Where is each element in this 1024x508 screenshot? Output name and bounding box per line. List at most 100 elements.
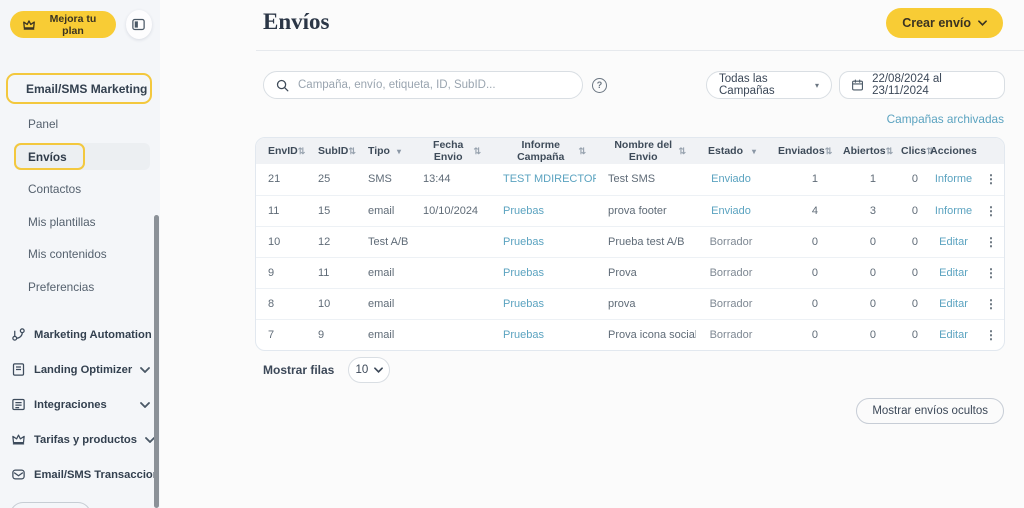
chevron-down-icon (140, 367, 150, 373)
campaign-report-link[interactable]: Pruebas (503, 267, 544, 279)
row-action-link[interactable]: Editar (939, 267, 968, 279)
table-row: 9 11 email Pruebas Prova Borrador 0 0 0 … (256, 257, 1005, 288)
cell-abiertos: 3 (831, 195, 889, 226)
cell-estado: Borrador (696, 288, 766, 319)
table-row: 10 12 Test A/B Pruebas Prueba test A/B B… (256, 226, 1005, 257)
row-action-link[interactable]: Informe (935, 173, 972, 185)
sidebar-item-mis-contenidos[interactable]: Mis contenidos (0, 238, 160, 271)
sort-icon[interactable]: ⇅ (678, 146, 686, 157)
sort-icon[interactable]: ⇅ (578, 146, 586, 157)
filter-caret-icon[interactable]: ▾ (397, 147, 401, 156)
kebab-icon[interactable]: ⋮ (985, 204, 997, 218)
cell-accion: Informe (931, 195, 976, 226)
campaign-report-link[interactable]: Pruebas (503, 236, 544, 248)
kebab-icon[interactable]: ⋮ (985, 297, 997, 311)
column-label: Estado (708, 145, 743, 157)
sidebar-item-preferencias[interactable]: Preferencias (0, 271, 160, 304)
sidebar-item-integraciones[interactable]: Integraciones (0, 387, 160, 422)
sort-icon[interactable]: ⇅ (473, 146, 481, 157)
contratar-button[interactable]: Contratar (10, 502, 91, 508)
cell-accion: Editar (931, 288, 976, 319)
campaign-report-link[interactable]: TEST MDIRECTOR (503, 173, 596, 185)
kebab-icon[interactable]: ⋮ (985, 328, 997, 342)
cell-estado: Borrador (696, 319, 766, 350)
sidebar-item-mis-plantillas[interactable]: Mis plantillas (0, 206, 160, 239)
envios-table: EnvID⇅SubID⇅Tipo▾Fecha Envio⇅Informe Cam… (255, 137, 1005, 351)
sidebar-section-label: Email/SMS Marketing (26, 82, 147, 96)
cell-nombre-envio: Prova (596, 257, 696, 288)
kebab-icon[interactable]: ⋮ (985, 266, 997, 280)
sidebar-scrollbar[interactable] (154, 215, 159, 508)
column-header-env_id[interactable]: EnvID⇅ (256, 138, 306, 164)
rows-per-page-select[interactable]: 10 (348, 357, 390, 383)
cell-estado: Enviado (696, 195, 766, 226)
cell-fecha-envio: 10/10/2024 (411, 195, 491, 226)
status-badge: Borrador (710, 298, 753, 310)
sidebar-item-marketing-automation[interactable]: Marketing Automation (0, 317, 160, 352)
sidebar-item-contactos[interactable]: Contactos (0, 173, 160, 206)
cell-fecha-envio (411, 319, 491, 350)
document-icon (11, 362, 26, 377)
sidebar-item-email-sms-transaccional[interactable]: Email/SMS Transaccional (0, 457, 160, 492)
row-action-link[interactable]: Editar (939, 236, 968, 248)
sort-icon[interactable]: ⇅ (825, 146, 833, 157)
column-header-menu (976, 138, 1005, 164)
envelope-icon (11, 467, 26, 482)
cell-clics: 0 (889, 257, 931, 288)
cell-row-menu: ⋮ (976, 319, 1005, 350)
cell-row-menu: ⋮ (976, 164, 1005, 195)
kebab-icon[interactable]: ⋮ (985, 172, 997, 186)
column-header-sub_id[interactable]: SubID⇅ (306, 138, 356, 164)
sort-icon[interactable]: ⇅ (348, 146, 356, 157)
column-label: Clics (901, 145, 926, 157)
cell-informe-campana: Pruebas (491, 226, 596, 257)
column-header-abiertos[interactable]: Abiertos⇅ (831, 138, 889, 164)
campaign-filter-value: Todas las Campañas (719, 73, 815, 97)
sidebar-item-landing-optimizer[interactable]: Landing Optimizer (0, 352, 160, 387)
cell-row-menu: ⋮ (976, 195, 1005, 226)
sort-icon[interactable]: ⇅ (298, 146, 306, 157)
column-header-enviados[interactable]: Enviados⇅ (766, 138, 831, 164)
search-box[interactable] (263, 71, 583, 99)
column-label: Fecha Envio (423, 139, 473, 163)
row-action-link[interactable]: Editar (939, 298, 968, 310)
campaign-report-link[interactable]: Pruebas (503, 298, 544, 310)
row-action-link[interactable]: Editar (939, 329, 968, 341)
column-header-informe[interactable]: Informe Campaña⇅ (491, 138, 596, 164)
cell-clics: 0 (889, 226, 931, 257)
help-icon[interactable]: ? (592, 78, 607, 93)
row-action-link[interactable]: Informe (935, 205, 972, 217)
cell-enviados: 0 (766, 257, 831, 288)
filter-caret-icon[interactable]: ▾ (752, 147, 756, 156)
campaign-report-link[interactable]: Pruebas (503, 329, 544, 341)
campaign-filter-select[interactable]: Todas las Campañas ▾ (706, 71, 832, 99)
column-header-estado[interactable]: Estado ▾ (696, 138, 766, 164)
sidebar-item-email-sms-marketing[interactable]: Email/SMS Marketing (6, 73, 152, 104)
column-header-clics[interactable]: Clics ⇅ (889, 138, 931, 164)
cell-row-menu: ⋮ (976, 288, 1005, 319)
show-hidden-envios-button[interactable]: Mostrar envíos ocultos (856, 398, 1004, 424)
column-header-nombre[interactable]: Nombre del Envio⇅ (596, 138, 696, 164)
campaign-report-link[interactable]: Pruebas (503, 205, 544, 217)
branch-icon (11, 327, 26, 342)
panel-left-icon (131, 17, 146, 32)
cell-fecha-envio: 13:44 (411, 164, 491, 195)
column-header-tipo[interactable]: Tipo▾ (356, 138, 411, 164)
cell-enviados: 0 (766, 319, 831, 350)
kebab-icon[interactable]: ⋮ (985, 235, 997, 249)
date-range-field[interactable]: 22/08/2024 al 23/11/2024 (839, 71, 1005, 99)
cell-fecha-envio (411, 257, 491, 288)
sidebar-module-label: Email/SMS Transaccional (34, 469, 169, 481)
archived-campaigns-link[interactable]: Campañas archivadas (887, 112, 1004, 126)
sidebar-item-panel[interactable]: Panel (0, 108, 160, 141)
sidebar-item-envios[interactable]: Envíos (0, 141, 160, 174)
upgrade-plan-button[interactable]: Mejora tu plan (10, 11, 116, 38)
sidebar-item-tarifas-y-productos[interactable]: Tarifas y productos (0, 422, 160, 457)
column-header-fecha[interactable]: Fecha Envio⇅ (411, 138, 491, 164)
cell-accion: Editar (931, 319, 976, 350)
collapse-sidebar-button[interactable] (126, 10, 152, 39)
chevron-down-icon (374, 367, 383, 373)
cell-abiertos: 0 (831, 226, 889, 257)
search-input[interactable] (298, 79, 572, 91)
sort-icon[interactable]: ⇅ (886, 146, 894, 157)
